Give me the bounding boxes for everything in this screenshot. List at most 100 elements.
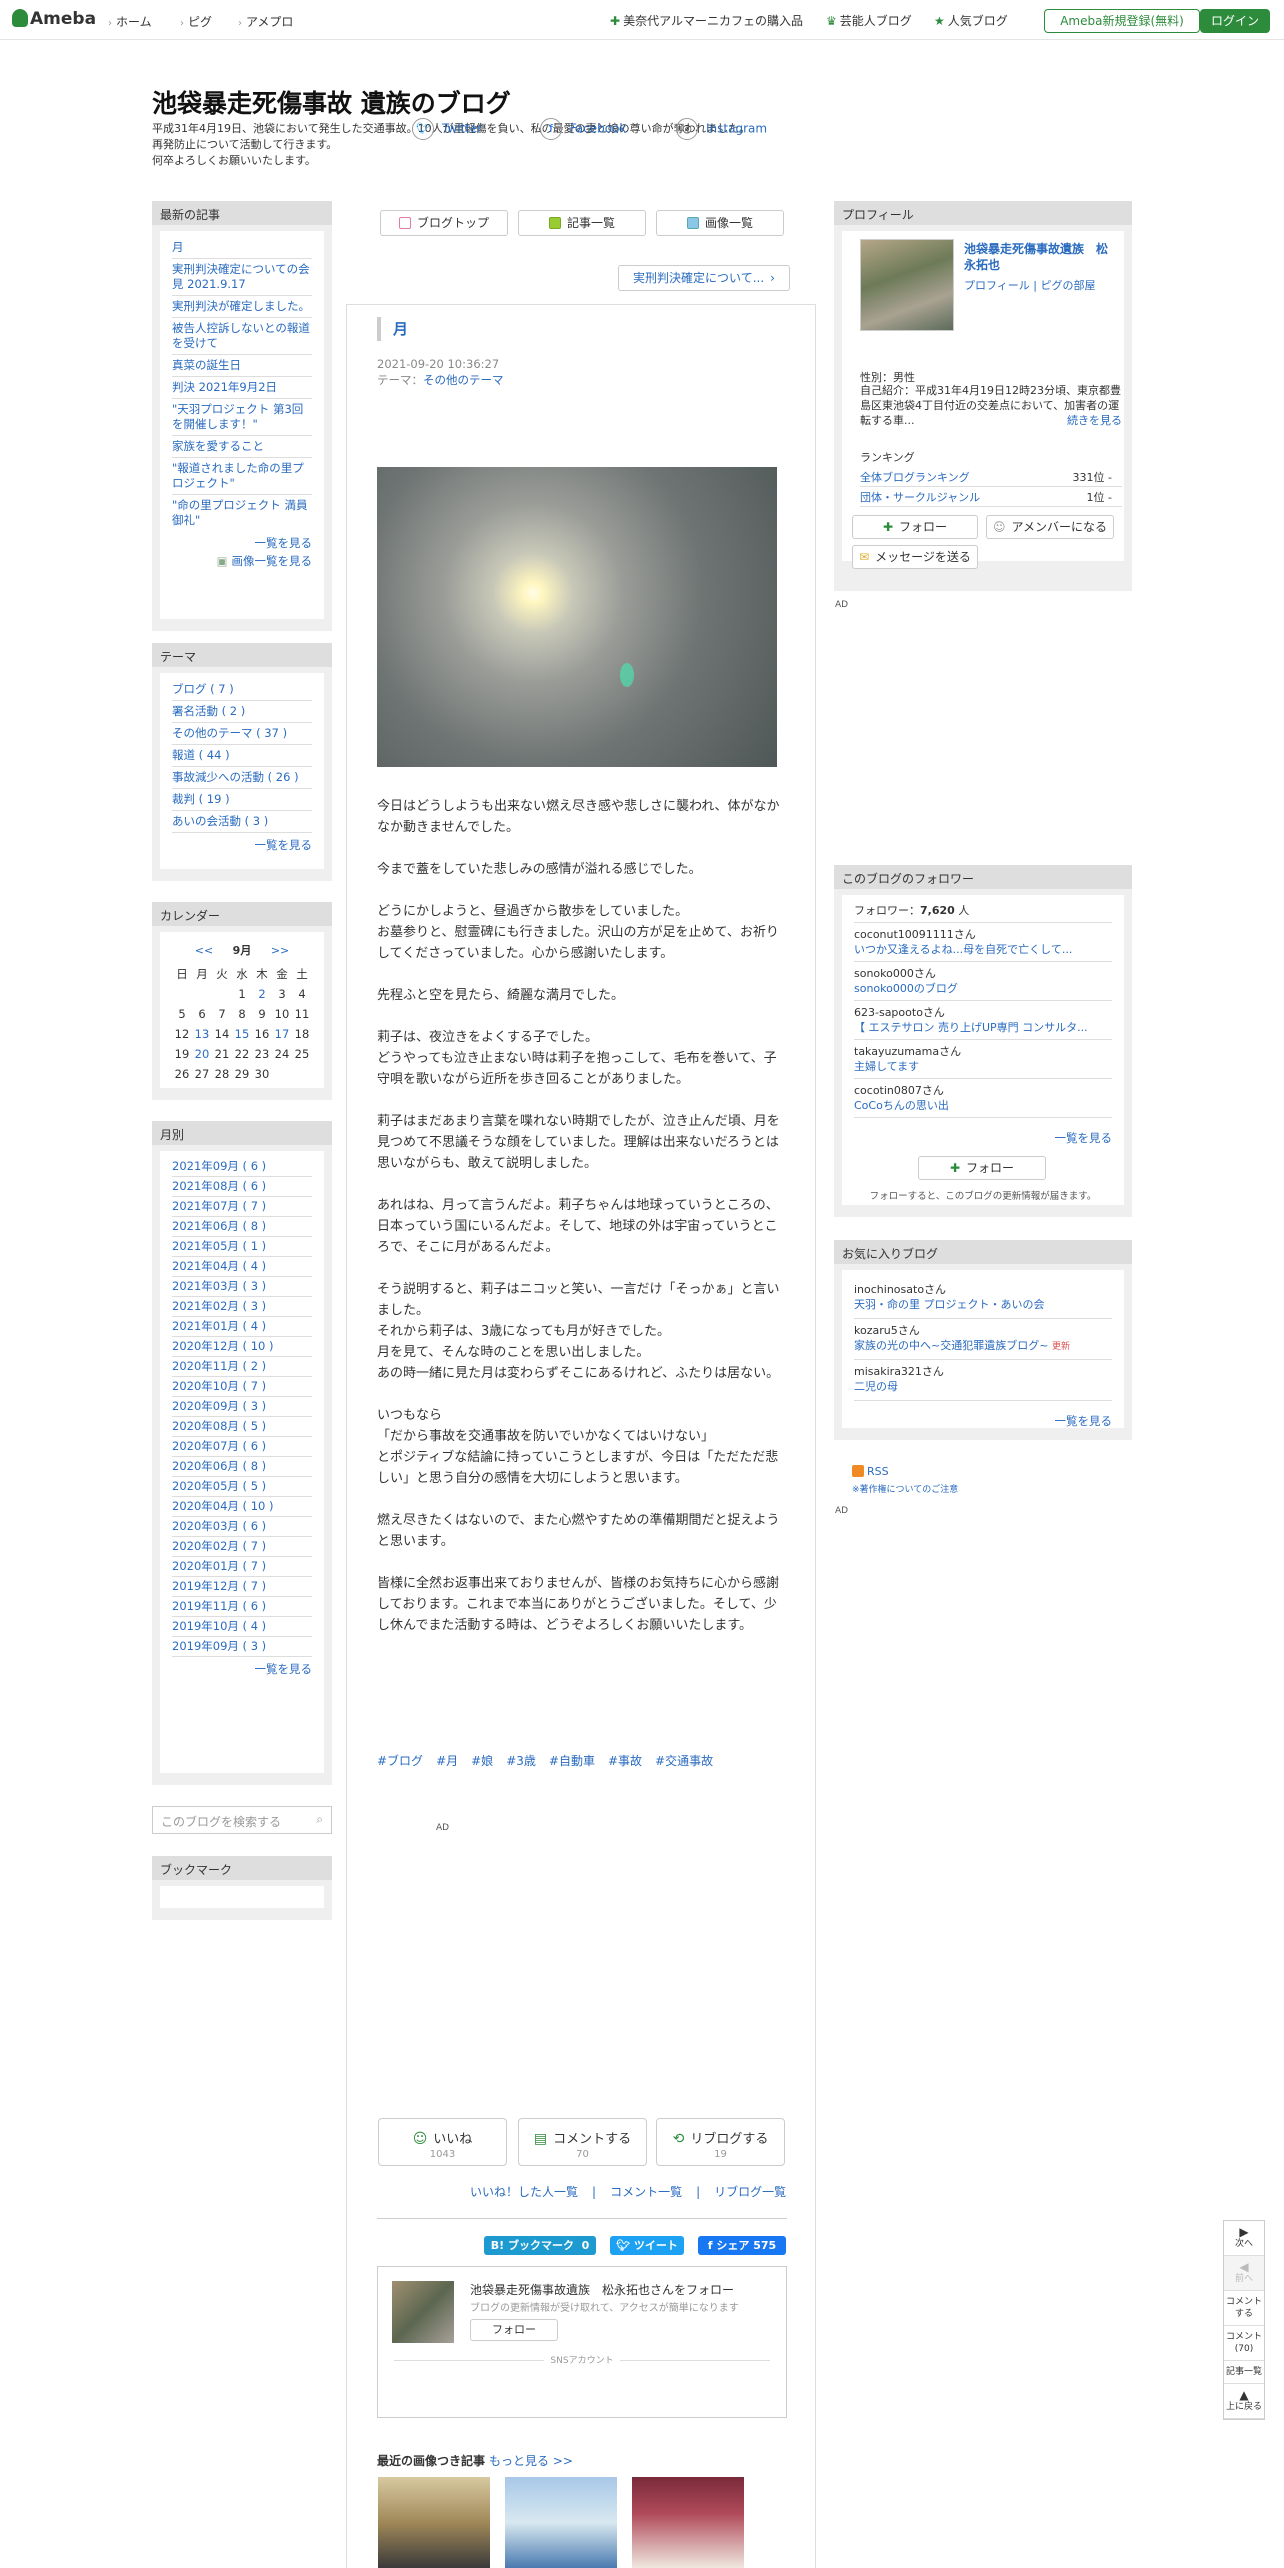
favorite-user[interactable]: inochinosatoさん — [854, 1282, 1112, 1297]
archive-month-link[interactable]: 2021年08月 ( 6 ) — [172, 1177, 312, 1197]
archive-month-link[interactable]: 2020年06月 ( 8 ) — [172, 1457, 312, 1477]
tab-image-list[interactable]: 画像一覧 — [656, 210, 784, 236]
archive-month-link[interactable]: 2020年12月 ( 10 ) — [172, 1337, 312, 1357]
archive-month-link[interactable]: 2020年10月 ( 7 ) — [172, 1377, 312, 1397]
facebook-share-button[interactable]: f シェア 575 — [698, 2236, 786, 2255]
archive-month-link[interactable]: 2021年01月 ( 4 ) — [172, 1317, 312, 1337]
archive-month-link[interactable]: 2019年10月 ( 4 ) — [172, 1617, 312, 1637]
sns-instagram-link[interactable]: ◎ Instagram — [676, 118, 767, 140]
nav-amepro[interactable]: › アメプロ — [238, 13, 293, 30]
follower-user[interactable]: takayuzumamaさん — [854, 1044, 1112, 1059]
follower-user[interactable]: cocotin0807さん — [854, 1083, 1112, 1098]
theme-link[interactable]: あいの会活動 ( 3 ) — [172, 811, 312, 833]
archive-month-link[interactable]: 2021年06月 ( 8 ) — [172, 1217, 312, 1237]
recent-more-link[interactable]: 一覧を見る — [172, 531, 313, 551]
send-message-button[interactable]: ✉ メッセージを送る — [852, 545, 978, 569]
archive-more-link[interactable]: 一覧を見る — [172, 1657, 313, 1677]
theme-link[interactable]: 報道 ( 44 ) — [172, 745, 312, 767]
recent-images-more-link[interactable]: もっと見る >> — [489, 2454, 573, 2468]
recent-post-link[interactable]: 家族を愛すること — [172, 436, 312, 458]
archive-month-link[interactable]: 2021年07月 ( 7 ) — [172, 1197, 312, 1217]
recent-post-link[interactable]: 判決 2021年9月2日 — [172, 377, 312, 399]
archive-month-link[interactable]: 2020年09月 ( 3 ) — [172, 1397, 312, 1417]
reblog-button[interactable]: ⟲ リブログする 19 — [656, 2118, 785, 2166]
favorite-blog-link[interactable]: 二児の母 — [854, 1379, 1112, 1396]
profile-image[interactable] — [860, 239, 954, 331]
calendar-day[interactable]: 20 — [192, 1044, 212, 1064]
profile-name[interactable]: 池袋暴走死傷事故遺族 松永拓也 — [964, 241, 1114, 273]
follower-user[interactable]: 623-sapootoさん — [854, 1005, 1112, 1020]
hashtag-link[interactable]: #ブログ — [377, 1754, 423, 1768]
likers-list-link[interactable]: いいね！した人一覧 — [470, 2185, 578, 2199]
sns-twitter-link[interactable]: 🐦︎ Twitter — [412, 118, 482, 140]
archive-month-link[interactable]: 2019年09月 ( 3 ) — [172, 1637, 312, 1657]
post-photo-moon[interactable] — [377, 467, 777, 767]
hashtag-link[interactable]: #3歳 — [506, 1754, 536, 1768]
follower-user[interactable]: sonoko000さん — [854, 966, 1112, 981]
calendar-day[interactable]: 15 — [232, 1024, 252, 1044]
ameba-logo[interactable]: Ameba — [12, 9, 96, 29]
follower-blog-link[interactable]: 【 エステサロン 売り上げUP専門 コンサルタ... — [854, 1020, 1112, 1035]
hashtag-link[interactable]: #交通事故 — [655, 1754, 713, 1768]
archive-month-link[interactable]: 2020年04月 ( 10 ) — [172, 1497, 312, 1517]
recent-post-link[interactable]: 月 — [172, 237, 312, 259]
recent-post-link[interactable]: "命の里プロジェクト 満員御礼" — [172, 495, 312, 531]
register-button[interactable]: Ameba新規登録(無料) — [1044, 9, 1200, 33]
write-comment-button[interactable]: コメントする — [1224, 2291, 1264, 2326]
comment-list-link[interactable]: コメント一覧 — [610, 2185, 682, 2199]
blog-title[interactable]: 池袋暴走死傷事故 遺族のブログ — [152, 84, 511, 120]
recent-post-link[interactable]: 被告人控訴しないとの報道を受けて — [172, 318, 312, 355]
calendar-day[interactable]: 13 — [192, 1024, 212, 1044]
follower-blog-link[interactable]: いつか又逢えるよね...母を自死で亡くして... — [854, 942, 1112, 957]
favorite-blog-link[interactable]: 天羽・命の里 プロジェクト・あいの会 — [854, 1297, 1112, 1314]
theme-link[interactable]: その他のテーマ ( 37 ) — [172, 723, 312, 745]
favorite-user[interactable]: misakira321さん — [854, 1364, 1112, 1379]
follower-user[interactable]: coconut10091111さん — [854, 927, 1112, 942]
calendar-next[interactable]: >> — [271, 944, 289, 957]
tab-blog-top[interactable]: ブログトップ — [380, 210, 508, 236]
recent-post-link[interactable]: "天羽プロジェクト 第3回を開催します！" — [172, 399, 312, 436]
followers-more-link[interactable]: 一覧を見る — [854, 1118, 1113, 1156]
pigg-room-link[interactable]: ピグの部屋 — [1040, 279, 1095, 292]
calendar-day[interactable]: 17 — [272, 1024, 292, 1044]
favorite-user[interactable]: kozaru5さん — [854, 1323, 1112, 1338]
profile-more-link[interactable]: 続きを見る — [1067, 413, 1122, 428]
image-list-link[interactable]: ▣ 画像一覧を見る — [172, 551, 312, 569]
recent-image-thumb[interactable] — [505, 2477, 617, 2568]
archive-month-link[interactable]: 2020年02月 ( 7 ) — [172, 1537, 312, 1557]
hatena-bookmark-button[interactable]: B! ブックマーク 0 — [484, 2236, 596, 2255]
login-button[interactable]: ログイン — [1200, 9, 1270, 33]
recent-post-link[interactable]: "報道されました命の里プロジェクト" — [172, 458, 312, 495]
recent-image-thumb[interactable] — [378, 2477, 490, 2568]
amember-button[interactable]: ☺ アメンバーになる — [986, 515, 1114, 539]
ranking-name[interactable]: 全体ブログランキング — [860, 471, 970, 484]
follower-blog-link[interactable]: 主婦してます — [854, 1059, 1112, 1074]
archive-month-link[interactable]: 2021年09月 ( 6 ) — [172, 1157, 312, 1177]
search-icon[interactable]: ⌕ — [316, 1812, 323, 1827]
follow-card-button[interactable]: フォロー — [470, 2319, 558, 2341]
recent-post-link[interactable]: 真菜の誕生日 — [172, 355, 312, 377]
back-to-top-button[interactable]: ▲ 上に戻る — [1224, 2384, 1264, 2419]
calendar-day[interactable]: 2 — [252, 984, 272, 1004]
hashtag-link[interactable]: #月 — [436, 1754, 458, 1768]
archive-month-link[interactable]: 2020年08月 ( 5 ) — [172, 1417, 312, 1437]
archive-month-link[interactable]: 2020年05月 ( 5 ) — [172, 1477, 312, 1497]
follower-blog-link[interactable]: sonoko000のブログ — [854, 981, 1112, 996]
recent-image-thumb[interactable] — [632, 2477, 744, 2568]
recent-post-link[interactable]: 実刑判決確定についての会見 2021.9.17 — [172, 259, 312, 296]
follow-button[interactable]: ✚ フォロー — [852, 515, 978, 539]
nav-pigg[interactable]: › ピグ — [180, 13, 212, 30]
prev-post-button[interactable]: ◀ 前へ — [1224, 2256, 1264, 2291]
archive-month-link[interactable]: 2020年03月 ( 6 ) — [172, 1517, 312, 1537]
archive-month-link[interactable]: 2019年11月 ( 6 ) — [172, 1597, 312, 1617]
hashtag-link[interactable]: #娘 — [471, 1754, 493, 1768]
theme-link[interactable]: 事故減少への活動 ( 26 ) — [172, 767, 312, 789]
link-featured[interactable]: ✚ 美奈代アルマーニカフェの購入品 — [610, 12, 803, 29]
profile-link[interactable]: プロフィール — [964, 279, 1030, 292]
archive-month-link[interactable]: 2021年02月 ( 3 ) — [172, 1297, 312, 1317]
author-avatar[interactable] — [392, 2281, 454, 2343]
themes-more-link[interactable]: 一覧を見る — [172, 833, 313, 853]
hashtag-link[interactable]: #事故 — [608, 1754, 642, 1768]
favorite-blog-link[interactable]: 家族の光の中へ~交通犯罪遺族ブログ~ 更新 — [854, 1338, 1112, 1355]
archive-month-link[interactable]: 2021年04月 ( 4 ) — [172, 1257, 312, 1277]
